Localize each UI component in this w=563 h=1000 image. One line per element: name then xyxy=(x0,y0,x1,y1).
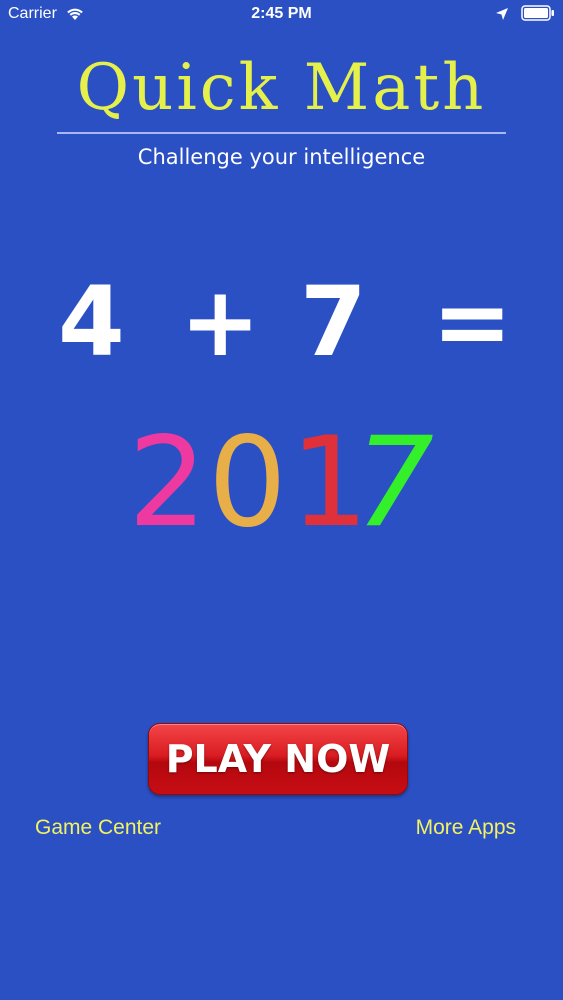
game-center-link[interactable]: Game Center xyxy=(35,814,161,842)
play-now-label: PLAY NOW xyxy=(165,737,391,781)
app-title: Quick Math xyxy=(76,51,487,125)
operand-b: 7 xyxy=(300,266,367,378)
operator-plus: + xyxy=(180,266,261,378)
status-right xyxy=(495,5,555,21)
status-time: 2:45 PM xyxy=(251,5,312,22)
title-divider xyxy=(57,132,506,134)
operand-a: 4 xyxy=(58,266,125,378)
more-apps-link[interactable]: More Apps xyxy=(416,814,516,842)
year-digit-2: 0 xyxy=(208,411,287,555)
equals-sign: = xyxy=(432,266,513,378)
location-arrow-icon xyxy=(495,6,509,20)
app-subtitle: Challenge your intelligence xyxy=(137,145,426,169)
play-now-button[interactable]: PLAY NOW xyxy=(148,723,408,795)
status-bar: Carrier 2:45 PM xyxy=(0,0,563,30)
battery-icon xyxy=(521,5,555,21)
equation: 4 + 7 = xyxy=(0,272,563,372)
year-display: 2 0 1 7 xyxy=(0,418,563,548)
year-digit-4: 7 xyxy=(355,411,434,555)
year-digit-1: 2 xyxy=(128,411,207,555)
